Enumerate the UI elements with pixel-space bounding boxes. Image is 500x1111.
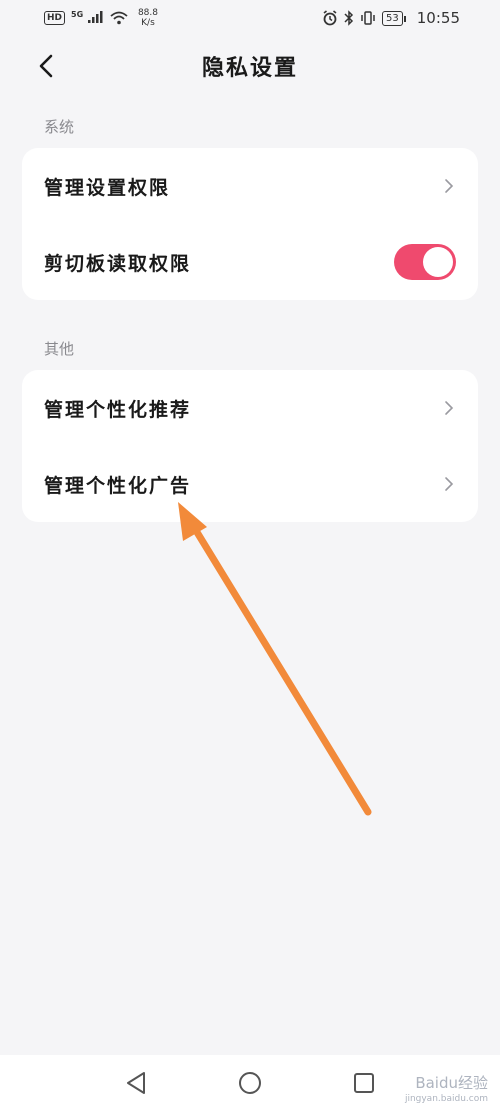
signal-label: 5G <box>71 10 84 19</box>
manage-settings-permission-row[interactable]: 管理设置权限 <box>22 148 478 224</box>
system-navigation-bar: Baidu经验 jingyan.baidu.com <box>0 1055 500 1111</box>
chevron-right-icon <box>442 179 456 193</box>
net-speed-unit: K/s <box>141 18 155 28</box>
row-label: 管理个性化广告 <box>44 474 192 497</box>
wifi-icon <box>110 11 128 25</box>
hd-badge: HD <box>44 11 66 25</box>
row-label: 管理个性化推荐 <box>44 398 192 421</box>
vibrate-icon <box>361 11 375 25</box>
other-settings-card: 管理个性化推荐 管理个性化广告 <box>22 370 478 522</box>
battery-icon: 53 <box>382 10 406 26</box>
back-button[interactable] <box>28 48 64 84</box>
manage-personalized-ads-row[interactable]: 管理个性化广告 <box>22 446 478 522</box>
chevron-right-icon <box>442 477 456 491</box>
row-label: 管理设置权限 <box>44 176 171 199</box>
nav-back-button[interactable] <box>122 1069 150 1097</box>
signal-bars-icon <box>87 11 103 23</box>
manage-personalized-recommendations-row[interactable]: 管理个性化推荐 <box>22 370 478 446</box>
watermark-url: jingyan.baidu.com <box>404 1094 488 1104</box>
nav-recents-button[interactable] <box>350 1069 378 1097</box>
cellular-signal-icon: 5G <box>71 9 104 27</box>
watermark: Baidu经验 jingyan.baidu.com <box>405 1075 488 1107</box>
bluetooth-icon <box>344 10 354 26</box>
row-label: 剪切板读取权限 <box>44 252 192 275</box>
nav-home-button[interactable] <box>236 1069 264 1097</box>
net-speed-value: 88.8 <box>137 8 158 18</box>
chevron-left-icon <box>39 54 53 78</box>
clipboard-permission-toggle[interactable] <box>394 244 456 280</box>
square-recents-icon <box>354 1073 374 1093</box>
status-bar: HD 5G 88.8 K/s 53 10:55 <box>0 0 500 36</box>
status-left: HD 5G 88.8 K/s <box>44 8 158 28</box>
system-settings-card: 管理设置权限 剪切板读取权限 <box>22 148 478 300</box>
page-title: 隐私设置 <box>201 56 298 81</box>
status-right: 53 10:55 <box>322 9 460 27</box>
net-speed: 88.8 K/s <box>138 8 158 28</box>
toggle-knob <box>423 247 453 277</box>
header: 隐私设置 <box>0 38 500 94</box>
section-label-system: 系统 <box>44 118 75 136</box>
chevron-right-icon <box>442 401 456 415</box>
circle-home-icon <box>239 1072 261 1094</box>
section-label-other: 其他 <box>44 340 75 358</box>
triangle-back-icon <box>127 1072 145 1094</box>
alarm-icon <box>323 10 337 26</box>
clipboard-read-permission-row: 剪切板读取权限 <box>22 224 478 300</box>
status-time: 10:55 <box>416 9 460 27</box>
watermark-brand: Baidu经验 <box>415 1074 488 1092</box>
